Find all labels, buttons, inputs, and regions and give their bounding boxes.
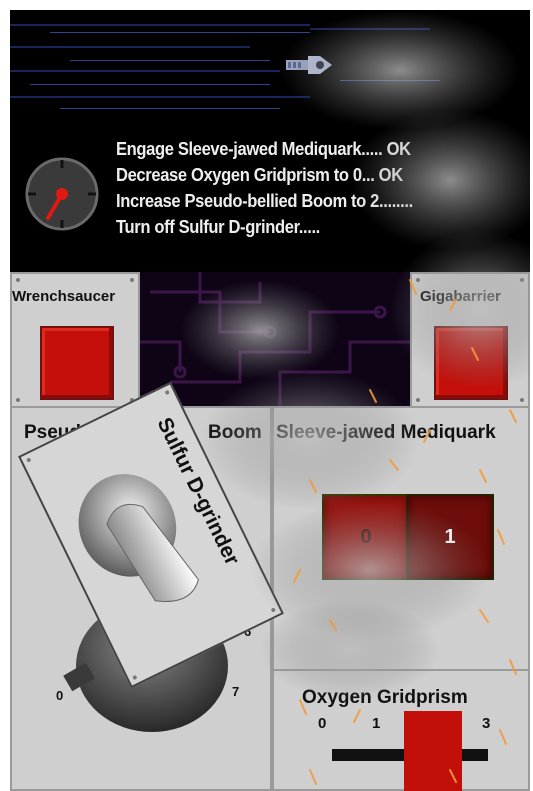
scanline <box>70 60 270 61</box>
scanline <box>10 24 310 26</box>
slider-tick: 3 <box>482 715 491 732</box>
screw <box>416 398 420 402</box>
status-terminal: Engage Sleeve-jawed Mediquark..... OK De… <box>10 10 530 272</box>
segment-0-button[interactable]: 0 <box>322 494 410 580</box>
game-viewport: Engage Sleeve-jawed Mediquark..... OK De… <box>0 0 533 791</box>
panel-title: Wrenchsaucer <box>12 288 116 305</box>
scanline <box>10 96 310 98</box>
scanline <box>10 70 280 72</box>
oxygen-slider-handle[interactable] <box>404 711 462 791</box>
panel-title: Sleeve-jawed Mediquark <box>276 422 496 443</box>
log-line: Increase Pseudo-bellied Boom to 2.......… <box>116 191 413 211</box>
screw <box>16 278 20 282</box>
circuit-background <box>140 272 410 408</box>
screw <box>16 398 20 402</box>
slider-tick: 1 <box>372 715 381 732</box>
dial-label: 7 <box>232 684 240 699</box>
screw <box>520 278 524 282</box>
wrenchsaucer-panel: Wrenchsaucer <box>10 272 140 408</box>
scanline <box>60 108 280 109</box>
scanline <box>310 28 430 30</box>
scanline <box>340 80 440 81</box>
segment-label: 1 <box>444 526 456 548</box>
clock-icon <box>25 157 99 231</box>
panel-title-right: Boom <box>208 422 262 443</box>
gigabarrier-button[interactable] <box>434 326 508 400</box>
log-line: Engage Sleeve-jawed Mediquark..... OK <box>116 139 411 159</box>
ship-logo-icon <box>286 56 332 74</box>
screw <box>416 278 420 282</box>
log-line: Turn off Sulfur D-grinder..... <box>116 217 320 237</box>
gigabarrier-panel: Gigabarrier <box>410 272 530 408</box>
game-screen: Engage Sleeve-jawed Mediquark..... OK De… <box>10 10 530 791</box>
dial-label: 0 <box>56 688 64 703</box>
log-line: Decrease Oxygen Gridprism to 0... OK <box>116 165 403 185</box>
panel-title: Oxygen Gridprism <box>302 687 468 708</box>
segment-label: 0 <box>360 526 372 548</box>
screw <box>520 398 524 402</box>
scanline <box>50 32 310 33</box>
mission-log: Engage Sleeve-jawed Mediquark..... OK De… <box>116 136 530 240</box>
sleeve-jawed-mediquark-panel: Sleeve-jawed Mediquark 0 1 <box>272 406 530 671</box>
segment-1-button[interactable]: 1 <box>406 494 494 580</box>
slider-tick: 0 <box>318 715 327 732</box>
screw <box>130 278 134 282</box>
oxygen-gridprism-panel: Oxygen Gridprism 0 1 2 3 <box>272 669 530 791</box>
scanline <box>10 46 250 48</box>
panel-title: Gigabarrier <box>420 288 501 305</box>
scanline <box>30 84 270 85</box>
wrenchsaucer-button[interactable] <box>40 326 114 400</box>
